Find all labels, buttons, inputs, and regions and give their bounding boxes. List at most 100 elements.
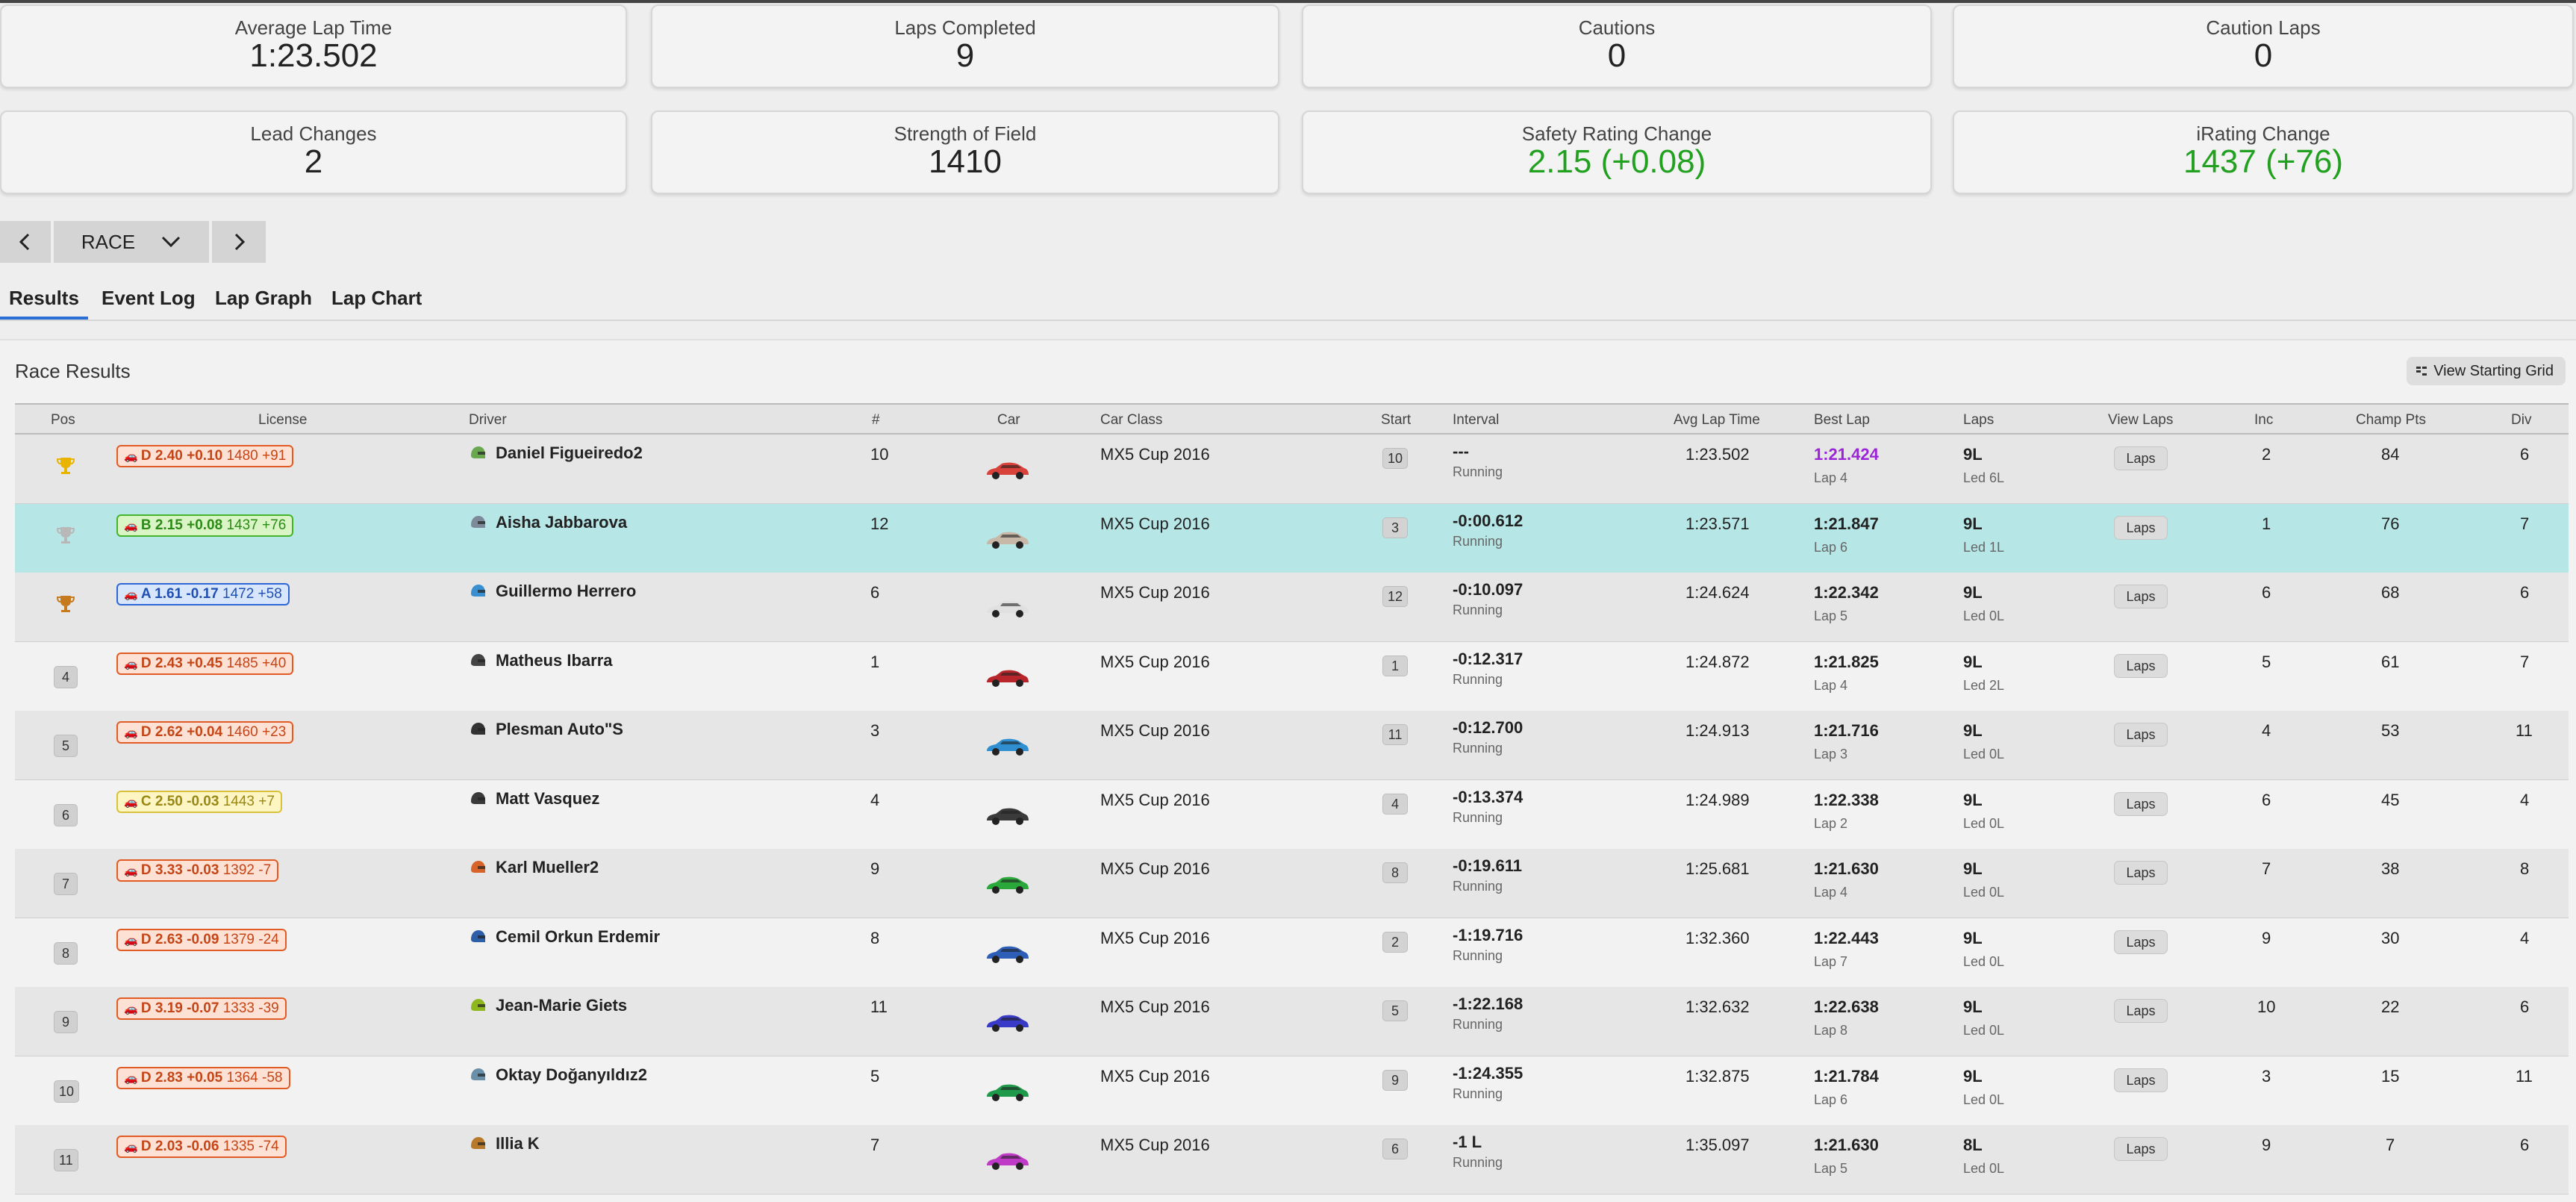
- start-position-badge: 1: [1382, 656, 1408, 676]
- col-car-class[interactable]: Car Class: [1100, 412, 1162, 429]
- col-interval[interactable]: Interval: [1453, 412, 1499, 429]
- col-car[interactable]: Car: [997, 412, 1020, 429]
- license-sr: D 3.33 -0.03: [140, 862, 219, 878]
- best-lap-number: Lap 6: [1814, 1092, 1848, 1107]
- col-champ-pts[interactable]: Champ Pts: [2356, 412, 2426, 429]
- table-row[interactable]: 5 🚗 D 2.62 +0.04 1460 +23 Plesman Auto"S 3 M…: [15, 711, 2569, 780]
- license-badge: 🚗 D 2.40 +0.10 1480 +91: [116, 445, 294, 467]
- table-row[interactable]: 4 🚗 D 2.43 +0.45 1485 +40 Matheus Ibarra 1 M…: [15, 642, 2569, 711]
- table-row[interactable]: 7 🚗 D 3.33 -0.03 1392 -7 Karl Mueller2 9 MX5…: [15, 849, 2569, 918]
- license-badge: 🚗 D 2.03 -0.06 1335 -74: [116, 1136, 287, 1158]
- avg-lap-time: 1:25.681: [1685, 859, 1750, 878]
- laps-led: Led 0L: [1963, 747, 2005, 762]
- division: 6: [2520, 583, 2530, 602]
- car-icon: 🚗: [124, 1141, 141, 1153]
- view-starting-grid-button[interactable]: View Starting Grid: [2407, 357, 2566, 385]
- best-lap-time: 1:21.424: [1814, 445, 1879, 464]
- champ-points: 76: [2381, 514, 2400, 533]
- car-icon: [987, 946, 1029, 963]
- best-lap-number: Lap 3: [1814, 747, 1848, 762]
- col-license[interactable]: License: [258, 412, 308, 429]
- view-laps-button[interactable]: Laps: [2114, 861, 2168, 885]
- col-best-lap[interactable]: Best Lap: [1814, 412, 1870, 429]
- license-sr: D 2.62 +0.04: [140, 724, 223, 740]
- driver-name[interactable]: Karl Mueller2: [496, 858, 599, 877]
- champ-points: 7: [2386, 1136, 2395, 1154]
- driver-name[interactable]: Illia K: [496, 1134, 540, 1153]
- license-irating: 1485 +40: [226, 656, 287, 671]
- table-row[interactable]: 🚗 D 2.40 +0.10 1480 +91 Daniel Figueiredo…: [15, 435, 2569, 504]
- tab-results[interactable]: Results: [9, 287, 79, 310]
- license-irating: 1392 -7: [222, 862, 272, 878]
- view-laps-button[interactable]: Laps: [2114, 792, 2168, 816]
- driver-name[interactable]: Cemil Orkun Erdemir: [496, 927, 660, 947]
- table-row[interactable]: 🚗 B 2.15 +0.08 1437 +76 Aisha Jabbarova 12…: [15, 504, 2569, 573]
- license-badge: 🚗 C 2.50 -0.03 1443 +7: [116, 791, 282, 813]
- col-pos[interactable]: Pos: [51, 412, 75, 429]
- view-laps-button[interactable]: Laps: [2114, 654, 2168, 678]
- table-row[interactable]: 9 🚗 D 3.19 -0.07 1333 -39 Jean-Marie Giets…: [15, 987, 2569, 1056]
- laps-completed: 9L: [1963, 653, 1983, 671]
- driver-name[interactable]: Guillermo Herrero: [496, 582, 636, 601]
- driver-name[interactable]: Matt Vasquez: [496, 789, 599, 809]
- avg-lap-time: 1:35.097: [1685, 1136, 1750, 1154]
- view-laps-button[interactable]: Laps: [2114, 516, 2168, 540]
- session-select[interactable]: RACE: [54, 221, 209, 263]
- col-start[interactable]: Start: [1381, 412, 1411, 429]
- col-inc[interactable]: Inc: [2254, 412, 2273, 429]
- previous-session-button[interactable]: [0, 221, 51, 263]
- tab-event-log[interactable]: Event Log: [102, 287, 196, 310]
- license-irating: 1333 -39: [222, 1000, 279, 1016]
- driver-name[interactable]: Jean-Marie Giets: [496, 996, 627, 1015]
- best-lap-number: Lap 5: [1814, 1161, 1848, 1176]
- table-row[interactable]: 🚗 A 1.61 -0.17 1472 +58 Guillermo Herrero…: [15, 573, 2569, 642]
- car-class: MX5 Cup 2016: [1100, 1136, 1210, 1154]
- car-class: MX5 Cup 2016: [1100, 929, 1210, 947]
- car-number: 4: [870, 791, 880, 809]
- view-laps-button[interactable]: Laps: [2114, 930, 2168, 954]
- incidents: 9: [2262, 1136, 2271, 1154]
- driver-name[interactable]: Oktay Doğanyıldız2: [496, 1065, 647, 1085]
- col-driver[interactable]: Driver: [469, 412, 507, 429]
- tab-lap-graph[interactable]: Lap Graph: [215, 287, 312, 310]
- stat-label: Cautions: [1578, 16, 1656, 39]
- table-row[interactable]: 11 🚗 D 2.03 -0.06 1335 -74 Illia K 7 MX5 Cup…: [15, 1125, 2569, 1195]
- col-avg-lap-time[interactable]: Avg Lap Time: [1674, 412, 1760, 429]
- driver-name[interactable]: Daniel Figueiredo2: [496, 443, 643, 463]
- division: 6: [2520, 1136, 2530, 1154]
- laps-led: Led 0L: [1963, 1161, 2005, 1176]
- laps-led: Led 0L: [1963, 608, 2005, 623]
- col-number[interactable]: #: [872, 412, 880, 429]
- driver-name[interactable]: Matheus Ibarra: [496, 651, 613, 670]
- incidents: 2: [2262, 445, 2271, 464]
- view-laps-button[interactable]: Laps: [2114, 723, 2168, 747]
- stat-value: 1:23.502: [249, 37, 378, 74]
- view-laps-button[interactable]: Laps: [2114, 585, 2168, 608]
- table-row[interactable]: 8 🚗 D 2.63 -0.09 1379 -24 Cemil Orkun Erde…: [15, 918, 2569, 988]
- table-row[interactable]: 10 🚗 D 2.83 +0.05 1364 -58 Oktay Doğanyıld…: [15, 1056, 2569, 1126]
- driver-name[interactable]: Aisha Jabbarova: [496, 513, 627, 532]
- car-icon: [987, 876, 1029, 894]
- view-laps-button[interactable]: Laps: [2114, 1137, 2168, 1161]
- col-view-laps[interactable]: View Laps: [2108, 412, 2173, 429]
- col-laps[interactable]: Laps: [1963, 412, 1994, 429]
- view-laps-button[interactable]: Laps: [2114, 446, 2168, 470]
- license-badge: 🚗 D 2.43 +0.45 1485 +40: [116, 653, 294, 675]
- best-lap-time: 1:22.338: [1814, 791, 1879, 809]
- best-lap-number: Lap 6: [1814, 540, 1848, 555]
- driver-name[interactable]: Plesman Auto"S: [496, 720, 623, 739]
- view-laps-button[interactable]: Laps: [2114, 1068, 2168, 1092]
- license-badge: 🚗 B 2.15 +0.08 1437 +76: [116, 514, 294, 537]
- laps-completed: 8L: [1963, 1136, 1983, 1154]
- table-row[interactable]: 6 🚗 C 2.50 -0.03 1443 +7 Matt Vasquez 4 MX5 …: [15, 780, 2569, 850]
- license-irating: 1335 -74: [222, 1139, 279, 1154]
- interval: -0:19.611: [1453, 856, 1522, 875]
- tab-lap-chart[interactable]: Lap Chart: [331, 287, 422, 310]
- col-div[interactable]: Div: [2511, 412, 2531, 429]
- laps-led: Led 0L: [1963, 816, 2005, 831]
- best-lap-number: Lap 4: [1814, 678, 1848, 693]
- next-session-button[interactable]: [212, 221, 266, 263]
- car-icon: 🚗: [124, 1072, 141, 1085]
- view-laps-button[interactable]: Laps: [2114, 999, 2168, 1023]
- car-icon: [987, 670, 1029, 687]
